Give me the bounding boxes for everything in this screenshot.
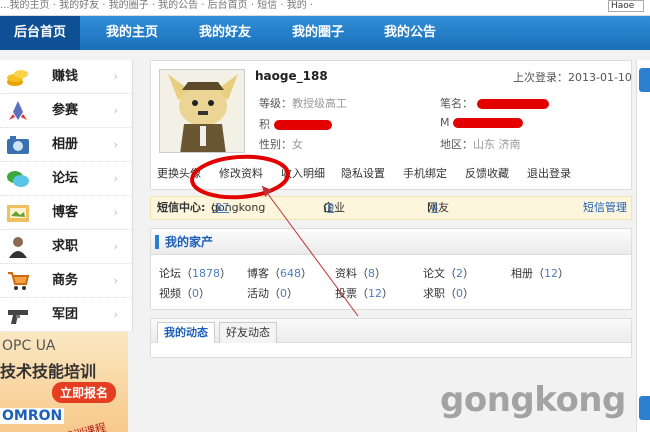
change-avatar-link[interactable]: 更换头像	[157, 165, 201, 181]
redaction-mark	[273, 120, 332, 130]
nav-item-my-notice[interactable]: 我的公告	[370, 16, 450, 50]
sidebar-item-blog[interactable]: 博客 ›	[0, 196, 132, 230]
chat-bubbles-icon	[7, 171, 29, 187]
sidebar-item-album[interactable]: 相册 ›	[0, 128, 132, 162]
tab-friend-dynamics[interactable]: 好友动态	[219, 322, 277, 343]
sidebar-item-compete[interactable]: 参赛 ›	[0, 94, 132, 128]
chevron-right-icon: ›	[113, 308, 118, 321]
message-manage-link[interactable]: 短信管理	[583, 197, 627, 219]
asset-votes[interactable]: 投票（12）	[335, 285, 393, 301]
assets-header: 我的家产	[151, 229, 631, 255]
redaction-mark	[453, 118, 523, 128]
profile-card: haoge_188 上次登录：2013-01-10 等级：教授级高工 积 性别：…	[150, 60, 632, 190]
main-nav: 后台首页 我的主页 我的好友 我的圈子 我的公告	[0, 16, 650, 50]
watermark: gongkong	[440, 380, 626, 420]
last-login: 上次登录：2013-01-10	[513, 71, 632, 84]
asset-events[interactable]: 活动（0）	[247, 285, 298, 301]
sidebar: 赚钱 › 参赛 › 相册 › 论坛 › 博客 › 求职 › 商务 › 军团 ›	[0, 60, 133, 332]
coins-icon	[7, 70, 28, 86]
asset-album[interactable]: 相册（12）	[511, 265, 569, 281]
redaction-mark	[476, 99, 549, 109]
asset-forum[interactable]: 论坛（1878）	[159, 265, 231, 281]
dynamics-section: 我的动态 好友动态	[150, 318, 632, 358]
avatar[interactable]	[159, 69, 245, 153]
privacy-settings-link[interactable]: 隐私设置	[341, 165, 385, 181]
assets-section: 我的家产 论坛（1878） 博客（648） 资料（8） 论文（2） 相册（12）…	[150, 228, 632, 310]
search-input[interactable]: Haoe	[608, 0, 644, 12]
tab-my-dynamics[interactable]: 我的动态	[157, 322, 215, 343]
gender-field: 性别：女	[259, 138, 303, 151]
asset-blog[interactable]: 博客（648）	[247, 265, 312, 281]
message-netfriends[interactable]: 网友(4)	[427, 197, 449, 219]
ad-line-2: 技术技能培训	[0, 362, 97, 381]
sidebar-item-forum[interactable]: 论坛 ›	[0, 162, 132, 196]
message-user[interactable]: gongkong(37)	[211, 197, 265, 219]
right-edge-panel	[636, 60, 650, 432]
m-field: M	[440, 116, 523, 129]
top-strip-text: ...我的主页 · 我的好友 · 我的圈子 · 我的公告 · 后台首页 · 短信…	[0, 0, 314, 11]
chevron-right-icon: ›	[113, 172, 118, 185]
message-company[interactable]: 企业(0)	[323, 197, 345, 219]
nav-item-my-home[interactable]: 我的主页	[92, 16, 172, 50]
ad-register-button[interactable]: 立即报名	[52, 382, 117, 403]
income-details-link[interactable]: 收入明细	[281, 165, 325, 181]
ad-brand-logo: OMRON	[0, 408, 65, 424]
points-field: 积	[259, 116, 332, 132]
ad-banner[interactable]: OPC UA 技术技能培训 立即报名 OMRON 自动化培训课程	[0, 332, 128, 432]
level-field: 等级：教授级高工	[259, 97, 347, 110]
nav-item-admin-home[interactable]: 后台首页	[0, 16, 80, 50]
chevron-right-icon: ›	[113, 240, 118, 253]
blog-icon	[7, 205, 29, 222]
chevron-right-icon: ›	[113, 138, 118, 151]
asset-video[interactable]: 视频（0）	[159, 285, 210, 301]
region-field: 地区：山东 济南	[440, 138, 521, 151]
nav-item-my-circle[interactable]: 我的圈子	[278, 16, 358, 50]
asset-jobs[interactable]: 求职（0）	[423, 285, 474, 301]
logout-link[interactable]: 退出登录	[527, 165, 571, 181]
assets-title: 我的家产	[165, 235, 214, 249]
message-center-label: 短信中心:	[157, 201, 206, 214]
chevron-right-icon: ›	[113, 70, 118, 83]
cart-icon	[8, 272, 30, 290]
chevron-right-icon: ›	[113, 104, 118, 117]
sidebar-item-jobs[interactable]: 求职 ›	[0, 230, 132, 264]
message-center-bar: 短信中心: gongkong(37) 企业(0) 网友(4) 短信管理	[150, 196, 632, 220]
feedback-favorites-link[interactable]: 反馈收藏	[465, 165, 509, 181]
sidebar-item-business[interactable]: 商务 ›	[0, 264, 132, 298]
edit-profile-link[interactable]: 修改资料	[219, 165, 263, 181]
sidebar-item-earn[interactable]: 赚钱 ›	[0, 60, 132, 94]
avatar-image	[160, 70, 244, 152]
dynamics-tabs: 我的动态 好友动态	[151, 319, 631, 343]
person-icon	[9, 237, 27, 258]
sidebar-item-legion[interactable]: 军团 ›	[0, 298, 132, 332]
nickname-field: 笔名：	[440, 95, 549, 111]
chevron-right-icon: ›	[113, 206, 118, 219]
camera-icon	[7, 136, 29, 154]
asset-papers[interactable]: 论文（2）	[423, 265, 474, 281]
rocket-icon	[9, 101, 27, 120]
pistol-icon	[8, 310, 28, 324]
chevron-right-icon: ›	[113, 274, 118, 287]
asset-docs[interactable]: 资料（8）	[335, 265, 386, 281]
phone-binding-link[interactable]: 手机绑定	[403, 165, 447, 181]
username: haoge_188	[255, 69, 328, 83]
nav-item-my-friends[interactable]: 我的好友	[185, 16, 265, 50]
ad-line-1: OPC UA	[2, 338, 56, 354]
top-strip: ...我的主页 · 我的好友 · 我的圈子 · 我的公告 · 后台首页 · 短信…	[0, 0, 650, 16]
